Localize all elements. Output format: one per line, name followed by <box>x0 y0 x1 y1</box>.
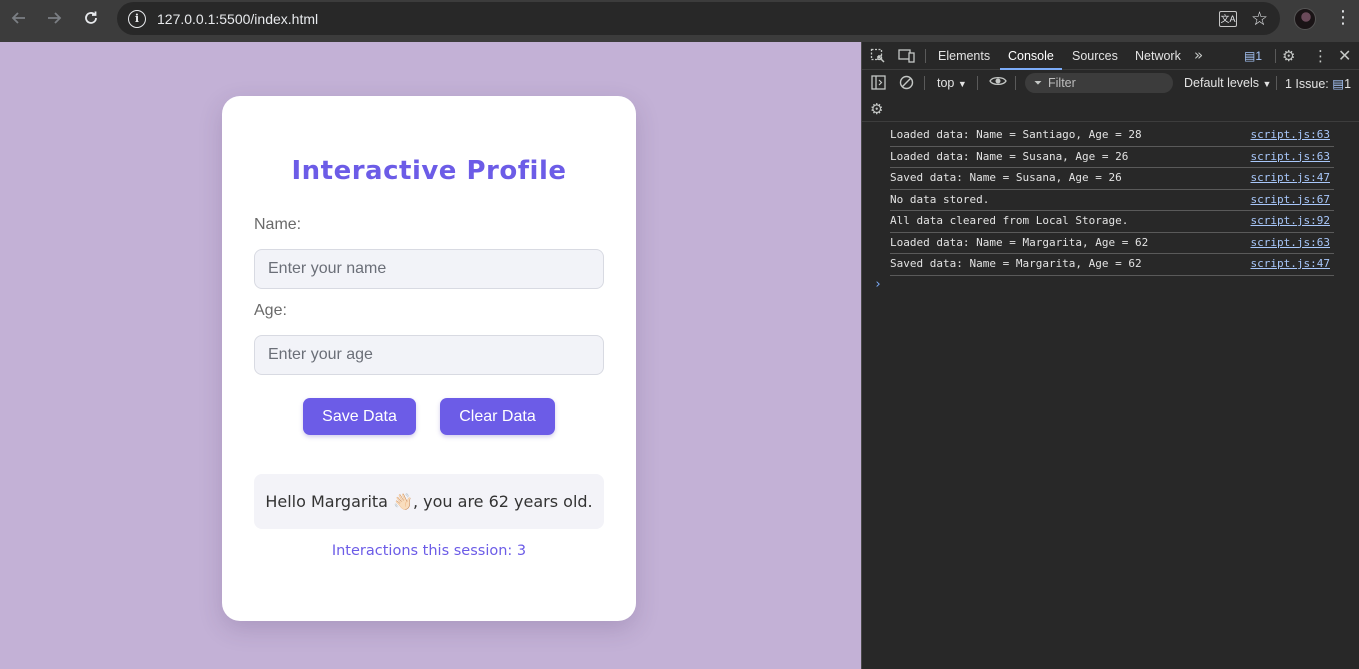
console-prompt[interactable]: › <box>874 277 882 292</box>
log-message: No data stored. <box>890 192 990 206</box>
name-input[interactable] <box>254 249 604 289</box>
address-bar[interactable]: i 127.0.0.1:5500/index.html 文A ☆ <box>117 2 1280 35</box>
bookmark-star-icon[interactable]: ☆ <box>1251 8 1268 30</box>
close-devtools-icon[interactable]: ✕ <box>1338 46 1351 65</box>
age-input[interactable] <box>254 335 604 375</box>
log-message: Loaded data: Name = Margarita, Age = 62 <box>890 235 1149 249</box>
dropdown-arrow-icon: ▼ <box>957 79 967 89</box>
toolbar-divider <box>1275 49 1276 63</box>
log-message: Saved data: Name = Susana, Age = 26 <box>890 171 1122 184</box>
page-viewport: Interactive Profile Name: Age: Save Data… <box>0 42 861 669</box>
tab-network[interactable]: Network <box>1135 42 1181 70</box>
filter-placeholder: Filter <box>1048 76 1076 90</box>
log-message: Loaded data: Name = Susana, Age = 26 <box>890 149 1129 163</box>
log-source-link[interactable]: script.js:47 <box>1251 171 1330 184</box>
profile-card: Interactive Profile Name: Age: Save Data… <box>222 96 636 621</box>
greeting-text: Hello Margarita 👋🏻, you are 62 years old… <box>265 492 593 511</box>
url-text[interactable]: 127.0.0.1:5500/index.html <box>157 11 318 27</box>
devtools-tab-bar: Elements Console Sources Network » ▤1 ⚙ … <box>862 42 1359 70</box>
log-source-link[interactable]: script.js:63 <box>1251 236 1330 249</box>
age-label: Age: <box>254 302 287 319</box>
log-message: Loaded data: Name = Santiago, Age = 28 <box>890 128 1142 141</box>
console-settings-row: ⚙ <box>862 97 1359 122</box>
device-toolbar-icon[interactable] <box>898 48 916 68</box>
message-icon: ▤ <box>1244 49 1256 63</box>
devtools-menu-kebab-icon[interactable]: ⋮ <box>1313 47 1328 65</box>
console-toolbar: top ▼ ⏷ Filter Default levels ▼ 1 Issue:… <box>862 70 1359 97</box>
toolbar-divider <box>1015 76 1016 90</box>
tab-elements[interactable]: Elements <box>938 42 990 70</box>
save-data-button[interactable]: Save Data <box>303 398 416 435</box>
console-log-row: Saved data: Name = Margarita, Age = 62 sc… <box>890 254 1334 276</box>
issues-label: 1 Issue: <box>1285 77 1329 91</box>
log-source-link[interactable]: script.js:47 <box>1251 257 1330 270</box>
clear-data-button[interactable]: Clear Data <box>440 398 555 435</box>
clear-console-icon[interactable] <box>899 75 914 94</box>
log-levels-label: Default levels <box>1184 76 1260 90</box>
console-log-row: All data cleared from Local Storage. scri… <box>890 211 1334 233</box>
log-source-link[interactable]: script.js:92 <box>1251 214 1330 227</box>
context-selector[interactable]: top ▼ <box>937 76 967 90</box>
issues-counter[interactable]: 1 Issue: ▤1 <box>1285 76 1351 91</box>
browser-toolbar: i 127.0.0.1:5500/index.html 文A ☆ ⋮ <box>0 0 1359 42</box>
reload-icon[interactable] <box>77 4 105 32</box>
interaction-counter: Interactions this session: 3 <box>331 543 527 559</box>
console-filter-input[interactable]: ⏷ Filter <box>1025 73 1173 93</box>
dropdown-arrow-icon: ▼ <box>1262 79 1272 89</box>
console-log-row: No data stored. script.js:67 <box>890 190 1334 211</box>
settings-gear-icon[interactable]: ⚙ <box>1282 47 1295 65</box>
translate-icon[interactable]: 文A <box>1218 10 1237 27</box>
console-settings-gear-icon[interactable]: ⚙ <box>870 100 883 118</box>
more-tabs-chevron-icon[interactable]: » <box>1194 46 1203 64</box>
messages-badge[interactable]: ▤1 <box>1244 49 1262 63</box>
forward-arrow-icon[interactable] <box>40 4 68 32</box>
tab-sources[interactable]: Sources <box>1072 42 1118 70</box>
toolbar-divider <box>1276 76 1277 90</box>
context-label: top <box>937 76 955 90</box>
log-source-link[interactable]: script.js:63 <box>1251 150 1330 163</box>
tab-console[interactable]: Console <box>1000 42 1062 70</box>
browser-menu-kebab-icon[interactable]: ⋮ <box>1334 9 1352 27</box>
inspect-element-icon[interactable] <box>870 48 886 68</box>
log-levels-dropdown[interactable]: Default levels ▼ <box>1184 76 1271 90</box>
toolbar-divider <box>925 49 926 63</box>
issue-icon: ▤ <box>1332 77 1345 91</box>
devtools-panel: Elements Console Sources Network » ▤1 ⚙ … <box>861 42 1359 669</box>
live-expression-eye-icon[interactable] <box>989 74 1007 92</box>
name-label: Name: <box>254 216 302 233</box>
sidebar-toggle-icon[interactable] <box>871 75 886 94</box>
log-message: All data cleared from Local Storage. <box>890 214 1129 227</box>
log-source-link[interactable]: script.js:67 <box>1251 193 1330 206</box>
console-log-row: Loaded data: Name = Susana, Age = 26 scri… <box>890 147 1334 168</box>
site-info-icon[interactable]: i <box>128 9 146 28</box>
messages-count: 1 <box>1255 49 1263 63</box>
profile-avatar[interactable] <box>1294 8 1316 30</box>
back-arrow-icon[interactable] <box>5 4 33 32</box>
page-title: Interactive Profile <box>291 156 567 186</box>
log-message: Saved data: Name = Margarita, Age = 62 <box>890 257 1142 270</box>
toolbar-divider <box>977 76 978 90</box>
console-log-row: Saved data: Name = Susana, Age = 26 scrip… <box>890 168 1334 190</box>
console-log-row: Loaded data: Name = Santiago, Age = 28 sc… <box>890 125 1334 147</box>
log-source-link[interactable]: script.js:63 <box>1251 128 1330 141</box>
console-log-row: Loaded data: Name = Margarita, Age = 62 s… <box>890 233 1334 254</box>
toolbar-divider <box>924 76 925 90</box>
issues-count: 1 <box>1344 77 1352 91</box>
greeting-box: Hello Margarita 👋🏻, you are 62 years old… <box>254 474 604 529</box>
filter-funnel-icon: ⏷ <box>1034 77 1042 89</box>
